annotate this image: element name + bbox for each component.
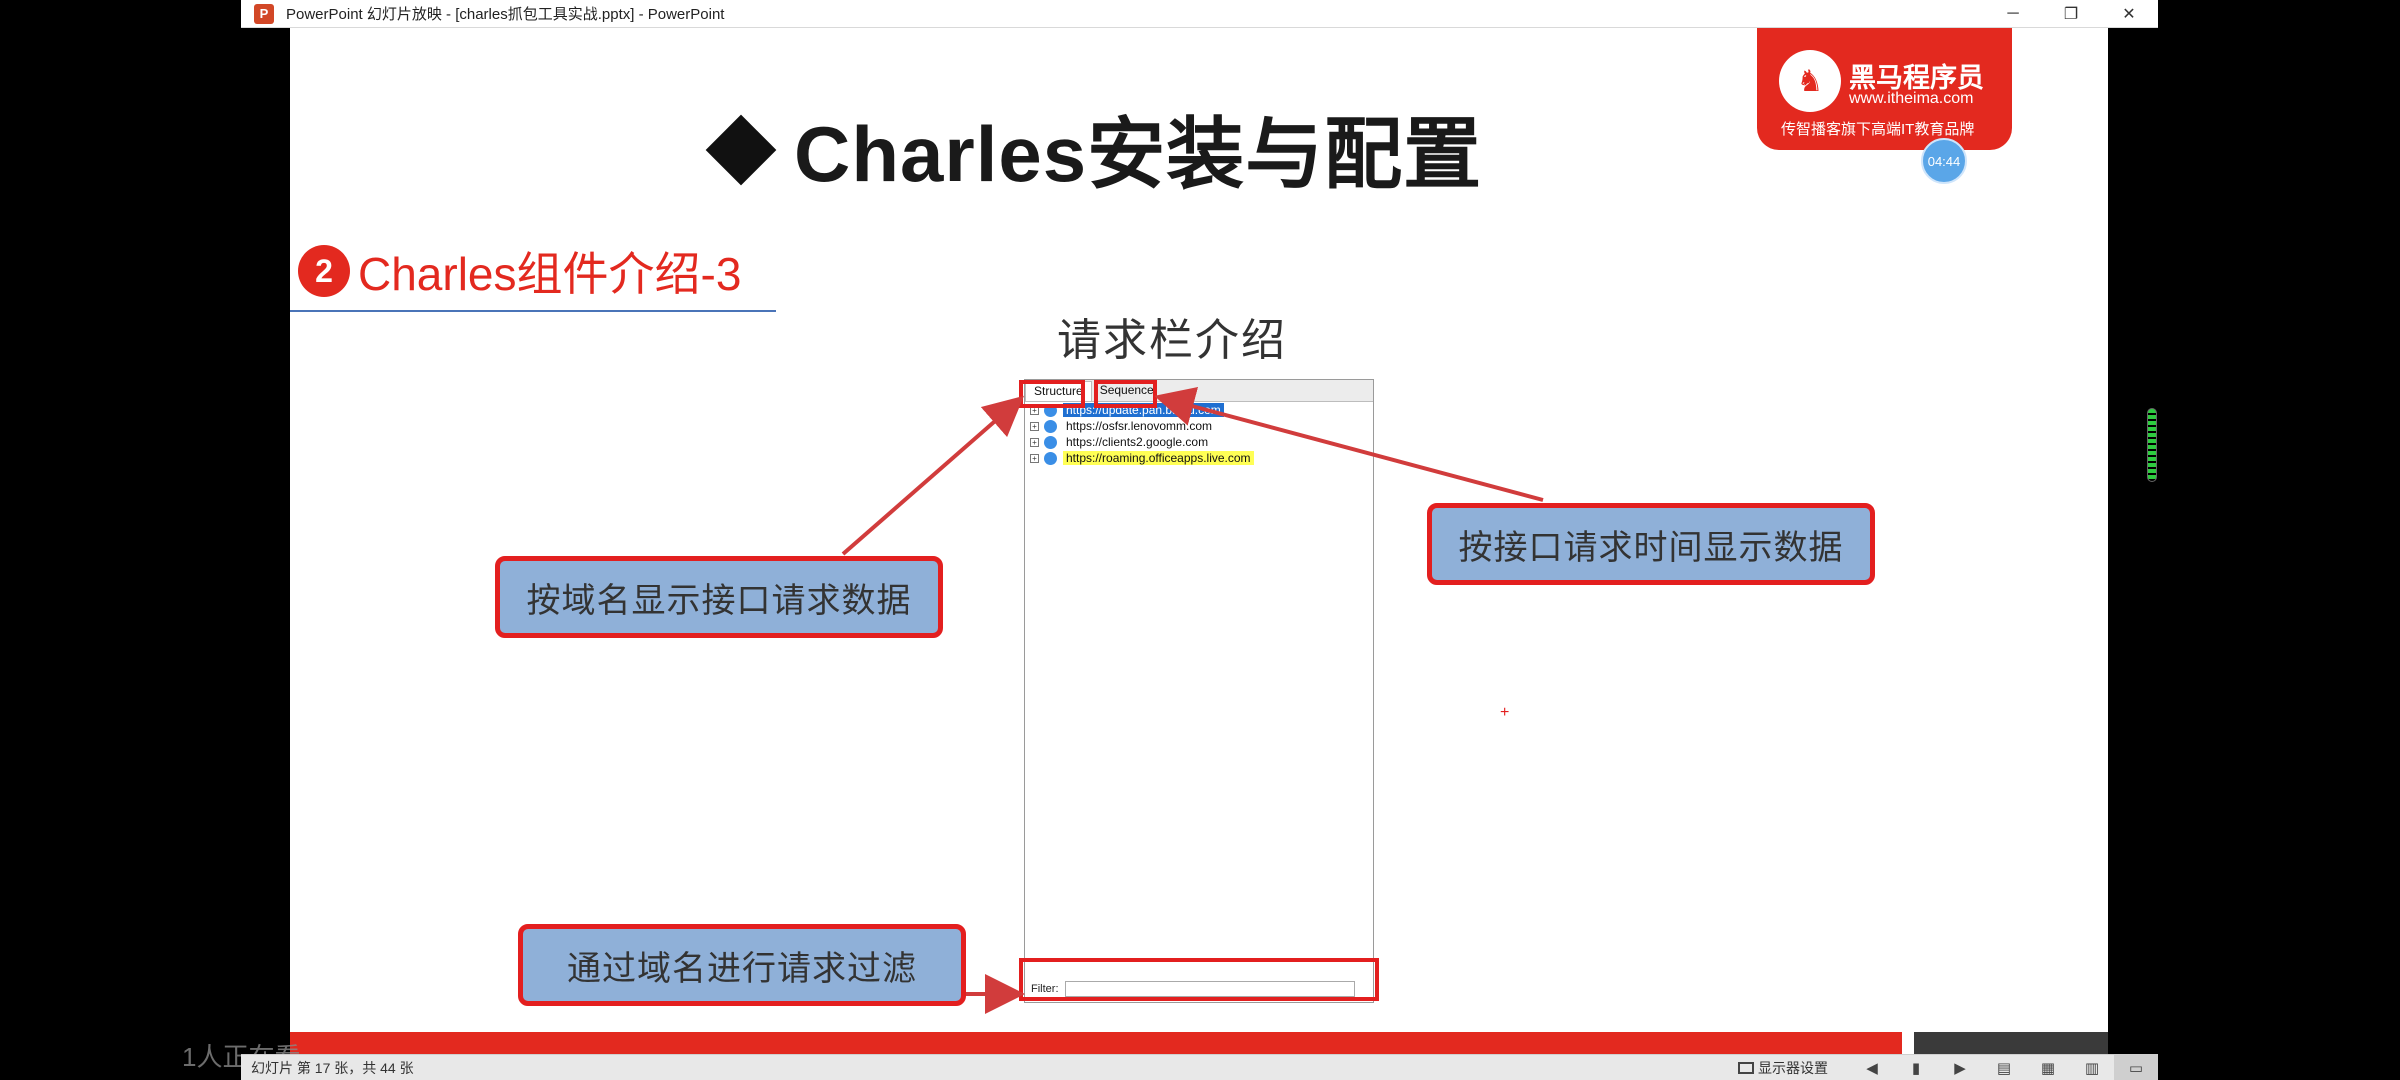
callout-domain: 按域名显示接口请求数据 <box>495 556 943 638</box>
window-controls: ─ ❐ ✕ <box>1984 0 2158 27</box>
slideshow-view-icon[interactable]: ▭ <box>2114 1055 2158 1080</box>
footer-red-bar <box>290 1032 1902 1054</box>
restore-button[interactable]: ❐ <box>2042 0 2100 27</box>
reading-view-icon[interactable]: ▥ <box>2070 1055 2114 1080</box>
section-number: 2 <box>298 245 350 297</box>
letterbox-left <box>241 28 290 1054</box>
highlight-sequence-tab <box>1094 380 1157 408</box>
window-titlebar: P PowerPoint 幻灯片放映 - [charles抓包工具实战.pptx… <box>241 0 2158 28</box>
window-title: PowerPoint 幻灯片放映 - [charles抓包工具实战.pptx] … <box>286 6 725 23</box>
globe-icon <box>1044 451 1057 465</box>
slide-canvas[interactable]: Charles安装与配置 ♞ 黑马程序员 www.itheima.com 传智播… <box>290 28 2108 1054</box>
list-item[interactable]: + https://roaming.officeapps.live.com <box>1025 450 1373 466</box>
volume-indicator <box>2147 408 2157 482</box>
previous-slide-icon[interactable]: ◀ <box>1850 1055 1894 1080</box>
horse-logo-icon: ♞ <box>1779 50 1841 112</box>
host-url: https://clients2.google.com <box>1066 435 1209 449</box>
callout-filter: 通过域名进行请求过滤 <box>518 924 966 1006</box>
host-url: https://osfsr.lenovomm.com <box>1066 419 1213 433</box>
footer-grey-bar <box>1914 1032 2108 1054</box>
host-tree: + https://update.pan.baidu.com + https:/… <box>1025 402 1373 962</box>
display-settings-label: 显示器设置 <box>1758 1059 1828 1076</box>
next-slide-icon[interactable]: ▶ <box>1938 1055 1982 1080</box>
slide-counter: 幻灯片 第 17 张，共 44 张 <box>251 1059 414 1076</box>
globe-icon <box>1044 435 1057 449</box>
diamond-bullet-icon <box>705 114 777 186</box>
status-bar-controls: 显示器设置 ◀ ▮ ▶ ▤ ▦ ▥ ▭ <box>1738 1055 2158 1080</box>
slide-title: Charles安装与配置 <box>705 92 1483 204</box>
host-url: https://roaming.officeapps.live.com <box>1063 451 1254 465</box>
logo-slogan: 传智播客旗下高端IT教育品牌 <box>1781 121 1975 138</box>
pointer-cursor-icon: + <box>1500 704 1510 721</box>
display-settings-button[interactable]: 显示器设置 <box>1738 1058 1828 1078</box>
highlight-structure-tab <box>1019 380 1085 408</box>
section-heading: 2 Charles组件介绍-3 <box>298 238 741 304</box>
monitor-icon <box>1738 1061 1754 1074</box>
close-button[interactable]: ✕ <box>2100 0 2158 27</box>
powerpoint-icon: P <box>254 3 274 24</box>
slide-menu-icon[interactable]: ▮ <box>1894 1055 1938 1080</box>
highlight-filter <box>1019 958 1379 1001</box>
section-title: Charles组件介绍-3 <box>358 248 742 300</box>
letterbox-right <box>2108 28 2158 1054</box>
slide-subtitle: 请求栏介绍 <box>1057 316 1287 365</box>
logo-url: www.itheima.com <box>1849 90 1974 107</box>
expand-icon[interactable]: + <box>1030 437 1039 447</box>
callout-time: 按接口请求时间显示数据 <box>1427 503 1875 585</box>
charles-request-panel: Structure Sequence + https://update.pan.… <box>1024 379 1374 1003</box>
app-root: P PowerPoint 幻灯片放映 - [charles抓包工具实战.pptx… <box>0 0 2400 1080</box>
slide-sorter-icon[interactable]: ▦ <box>2026 1055 2070 1080</box>
list-item[interactable]: + https://osfsr.lenovomm.com <box>1025 418 1373 434</box>
slide-title-text: Charles安装与配置 <box>794 110 1483 198</box>
list-item[interactable]: + https://clients2.google.com <box>1025 434 1373 450</box>
normal-view-icon[interactable]: ▤ <box>1982 1055 2026 1080</box>
status-bar: 幻灯片 第 17 张，共 44 张 显示器设置 ◀ ▮ ▶ ▤ ▦ ▥ ▭ <box>241 1054 2158 1080</box>
expand-icon[interactable]: + <box>1030 421 1039 431</box>
arrow-to-structure <box>841 395 1025 556</box>
minimize-button[interactable]: ─ <box>1984 0 2042 27</box>
brand-logo: ♞ 黑马程序员 www.itheima.com 传智播客旗下高端IT教育品牌 <box>1757 28 2012 150</box>
expand-icon[interactable]: + <box>1030 453 1039 463</box>
timer-badge: 04:44 <box>1921 138 1967 184</box>
globe-icon <box>1044 419 1057 433</box>
section-divider <box>290 310 776 312</box>
